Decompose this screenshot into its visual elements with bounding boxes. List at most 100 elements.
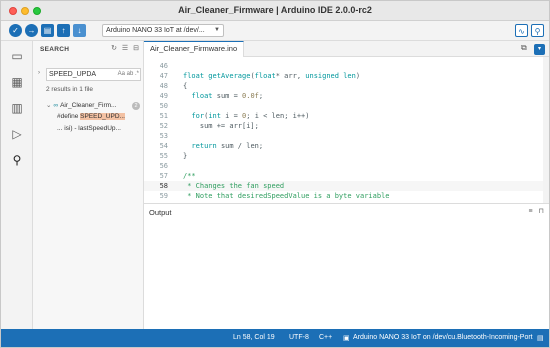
- more-actions-icon[interactable]: ▾: [534, 44, 545, 55]
- code-line[interactable]: 51 for(int i = 0; i < len; i++): [144, 111, 549, 121]
- line-number: 58: [159, 182, 168, 190]
- code-line[interactable]: 59 * Note that desiredSpeedValue is a by…: [144, 191, 549, 201]
- chevron-right-icon[interactable]: ›: [38, 70, 40, 76]
- code-line[interactable]: 58 * Changes the fan speed: [144, 181, 549, 191]
- lock-icon[interactable]: ⊓: [539, 208, 544, 215]
- search-input[interactable]: SPEED_UPDA Aa ab .*: [46, 68, 141, 81]
- code-line[interactable]: 55}: [144, 151, 549, 161]
- code-line[interactable]: 57 /**: [144, 171, 549, 181]
- language-mode[interactable]: C++: [319, 334, 332, 341]
- code-text: float getAverage(float* arr, unsigned le…: [183, 72, 361, 80]
- arrow-down-icon: ↓: [77, 26, 82, 35]
- line-number: 49: [159, 92, 168, 100]
- folder-icon[interactable]: ▭: [10, 49, 24, 63]
- editor-tab-label: Air_Cleaner_Firmware.ino: [150, 44, 238, 53]
- code-text: {: [183, 82, 188, 90]
- code-text: float sum = 0.0f;: [191, 92, 264, 100]
- code-text: sum += arr[i];: [183, 122, 259, 130]
- search-query: SPEED_UPDA: [49, 71, 97, 78]
- editor-tab-actions: ⧉ ▾: [516, 43, 545, 55]
- match-text: ... isi) - lastSpeedUp...: [57, 125, 121, 132]
- editor-tab-bar: Air_Cleaner_Firmware.ino ⧉ ▾: [144, 41, 549, 57]
- search-panel-title: SEARCH: [40, 46, 70, 53]
- library-icon[interactable]: ▥: [10, 101, 24, 115]
- debug-icon: ▤: [43, 26, 52, 35]
- code-line[interactable]: 47 float getAverage(float* arr, unsigned …: [144, 71, 549, 81]
- code-text: * Note that desiredSpeedValue is a byte …: [183, 192, 390, 200]
- editor-tab[interactable]: Air_Cleaner_Firmware.ino: [144, 41, 245, 57]
- arrow-right-icon: →: [27, 26, 36, 35]
- chevron-down-icon: ▼: [214, 27, 220, 33]
- window-title: Air_Cleaner_Firmware | Arduino IDE 2.0.0…: [178, 5, 372, 15]
- verify-button[interactable]: ✓: [9, 24, 22, 37]
- search-result-match[interactable]: #define SPEED_UPD...: [57, 113, 141, 123]
- output-actions: ≡ ⊓: [524, 207, 544, 215]
- notifications-icon[interactable]: ▤: [537, 334, 544, 342]
- code-line[interactable]: 46: [144, 61, 549, 71]
- arrow-up-icon: ↑: [61, 26, 66, 35]
- title-bar: Air_Cleaner_Firmware | Arduino IDE 2.0.0…: [1, 1, 549, 21]
- new-sketch-button[interactable]: ↑: [57, 24, 70, 37]
- search-summary: 2 results in 1 file: [46, 86, 93, 93]
- code-area[interactable]: 46 47 float getAverage(float* arr, unsigne…: [144, 57, 549, 203]
- code-text: for(int i = 0; i < len; i++): [191, 112, 310, 120]
- clear-icon[interactable]: ☰: [122, 45, 128, 52]
- search-panel-actions: ↻ ☰ ⊟: [108, 44, 139, 52]
- serial-monitor-button[interactable]: ⚲: [531, 24, 544, 37]
- line-number: 57: [159, 172, 168, 180]
- code-line[interactable]: 48 {: [144, 81, 549, 91]
- checkmark-icon: ✓: [12, 26, 19, 35]
- pulse-icon: ∿: [518, 27, 525, 36]
- debug-button[interactable]: ▤: [41, 24, 54, 37]
- line-number: 52: [159, 122, 168, 130]
- code-line[interactable]: 50: [144, 101, 549, 111]
- code-text: return sum / len;: [191, 142, 264, 150]
- line-number: 50: [159, 102, 168, 110]
- board-port-icon: ▣: [343, 335, 350, 342]
- line-number: 53: [159, 132, 168, 140]
- line-number: 46: [159, 62, 168, 70]
- upload-button[interactable]: →: [25, 24, 38, 37]
- match-prefix: #define: [57, 113, 81, 120]
- line-number: 47: [159, 72, 168, 80]
- search-icon: ⚲: [534, 27, 541, 36]
- search-result-match[interactable]: ... isi) - lastSpeedUp...: [57, 125, 141, 135]
- code-line[interactable]: 53: [144, 131, 549, 141]
- match-highlight: SPEED_UPD...: [80, 113, 125, 120]
- debug-icon[interactable]: ▷: [10, 127, 24, 141]
- toolbar: ✓ → ▤ ↑ ↓ Arduino NANO 33 IoT at /dev/..…: [1, 21, 549, 41]
- output-panel: Output ≡ ⊓: [144, 203, 549, 329]
- serial-plotter-button[interactable]: ∿: [515, 24, 528, 37]
- result-count-badge: 2: [132, 102, 140, 110]
- split-editor-icon[interactable]: ⧉: [521, 43, 527, 52]
- code-line[interactable]: 54 return sum / len;: [144, 141, 549, 151]
- board-icon[interactable]: ▦: [10, 75, 24, 89]
- search-panel: SEARCH ↻ ☰ ⊟ › SPEED_UPDA Aa ab .* 2 res…: [33, 41, 144, 329]
- code-text: /**: [183, 172, 196, 180]
- code-line[interactable]: 56: [144, 161, 549, 171]
- file-icon: ∞: [53, 102, 59, 109]
- line-number: 54: [159, 142, 168, 150]
- clear-output-icon[interactable]: ≡: [528, 208, 532, 215]
- board-port-status[interactable]: Arduino NANO 33 IoT on /dev/cu.Bluetooth…: [353, 334, 533, 341]
- search-icon[interactable]: ⚲: [10, 153, 24, 167]
- search-result-file[interactable]: ⌄ ∞ Air_Cleaner_Firm... 2: [46, 101, 141, 111]
- line-number: 59: [159, 192, 168, 200]
- refresh-icon[interactable]: ↻: [111, 45, 117, 52]
- chevron-down-icon: ⌄: [46, 102, 52, 109]
- code-text: }: [183, 152, 188, 160]
- search-result-file-name: Air_Cleaner_Firm...: [60, 102, 117, 109]
- code-line[interactable]: 52 sum += arr[i];: [144, 121, 549, 131]
- board-selector[interactable]: Arduino NANO 33 IoT at /dev/... ▼: [102, 24, 224, 37]
- file-encoding[interactable]: UTF-8: [289, 334, 309, 341]
- status-bar: Ln 58, Col 19 UTF-8 C++ ▣ Arduino NANO 3…: [1, 329, 549, 347]
- editor-scrollbar[interactable]: [543, 57, 549, 203]
- cursor-position[interactable]: Ln 58, Col 19: [233, 334, 275, 341]
- search-flags[interactable]: Aa ab .*: [118, 69, 139, 80]
- open-sketch-button[interactable]: ↓: [73, 24, 86, 37]
- line-number: 51: [159, 112, 168, 120]
- collapse-icon[interactable]: ⊟: [133, 45, 139, 52]
- line-number: 48: [159, 82, 168, 90]
- line-number: 56: [159, 162, 168, 170]
- code-line[interactable]: 49 float sum = 0.0f;: [144, 91, 549, 101]
